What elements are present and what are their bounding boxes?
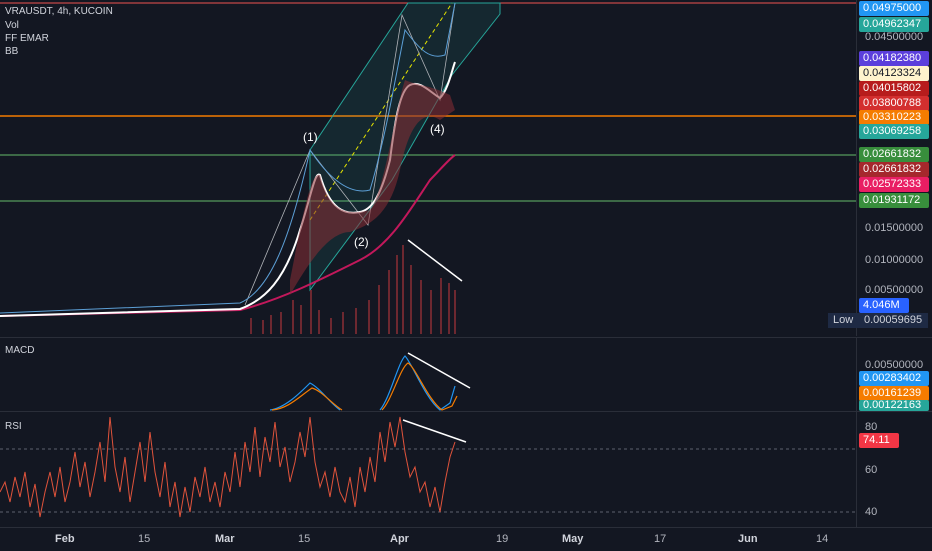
- price-tick: 0.01500000: [865, 222, 924, 234]
- time-label: 15: [298, 533, 311, 545]
- price-tag-text: 0.02572333: [863, 178, 922, 190]
- rsi-svg: [0, 416, 856, 518]
- ema-legend[interactable]: FF EMAR: [5, 32, 49, 45]
- price-tag-text: 0.01931172: [863, 194, 921, 206]
- price-tag-text: 0.02661832: [863, 148, 922, 160]
- vol-legend[interactable]: Vol: [5, 19, 19, 32]
- rsi-pane[interactable]: RSI: [0, 411, 856, 528]
- price-tag-text: 0.04975000: [863, 2, 922, 14]
- price-tag-dark-red: 0.02661832: [859, 162, 929, 177]
- price-tag-red-1: 0.04015802: [859, 81, 929, 96]
- wave-label-1: (1): [303, 130, 318, 144]
- volume-tag-text: 4.046M: [863, 299, 900, 311]
- bb-legend[interactable]: BB: [5, 45, 18, 58]
- rsi-line: [0, 416, 456, 518]
- price-tag-pink: 0.02572333: [859, 177, 929, 192]
- time-axis[interactable]: Feb 15 Mar 15 Apr 19 May 17 Jun 14: [0, 527, 932, 551]
- price-tag-ema: 0.04123324: [859, 66, 929, 81]
- price-tick: 0.04500000: [865, 31, 924, 43]
- signal-line: [271, 362, 458, 411]
- price-tag-green-level-2: 0.01931172: [859, 193, 929, 208]
- macd-tag-text: 0.00283402: [863, 372, 922, 384]
- macd-tag-text: 0.00161239: [863, 387, 922, 399]
- divergence-line-rsi: [402, 419, 467, 443]
- price-tag-orange-level: 0.03310223: [859, 110, 929, 125]
- symbol-legend[interactable]: VRAUSDT, 4h, KUCOIN: [5, 5, 113, 18]
- price-chart-pane[interactable]: VRAUSDT, 4h, KUCOIN Vol FF EMAR BB (1) (…: [0, 0, 856, 336]
- rsi-value-tag: 74.11: [859, 433, 899, 448]
- price-tag-red-2: 0.03800788: [859, 96, 929, 111]
- price-tick: 0.00500000: [865, 284, 924, 296]
- volume-tag: 4.046M: [859, 298, 909, 313]
- price-chart-svg: [0, 2, 856, 334]
- rsi-value-text: 74.11: [863, 434, 890, 446]
- price-tag-text: 0.04962347: [863, 18, 922, 30]
- macd-tag-macd: 0.00283402: [859, 371, 929, 386]
- price-axis[interactable]: 0.04975000 0.04962347 0.04500000 0.04182…: [856, 0, 932, 336]
- macd-axis[interactable]: 0.00500000 0.00283402 0.00161239 0.00122…: [856, 337, 932, 411]
- price-tag-text: 0.03069258: [863, 125, 922, 137]
- time-label: Jun: [738, 533, 758, 545]
- time-label: 14: [816, 533, 829, 545]
- price-tag-green-level-1: 0.02661832: [859, 147, 929, 162]
- price-tag-text: 0.02661832: [863, 163, 922, 175]
- time-label: Feb: [55, 533, 75, 545]
- wave-label-2: (2): [354, 235, 369, 249]
- low-marker: Low 0.00059695: [828, 313, 928, 328]
- time-label: Mar: [215, 533, 235, 545]
- divergence-line-price: [407, 239, 463, 282]
- time-label: May: [562, 533, 584, 545]
- rsi-tick: 40: [865, 506, 878, 518]
- rsi-legend[interactable]: RSI: [5, 420, 22, 433]
- price-tag-teal: 0.03069258: [859, 124, 929, 139]
- rsi-axis[interactable]: 80 74.11 60 40: [856, 411, 932, 528]
- macd-svg: [269, 352, 471, 411]
- time-label: 17: [654, 533, 667, 545]
- price-tag-text: 0.03310223: [863, 111, 922, 123]
- low-label: Low: [833, 314, 854, 326]
- price-tag-text: 0.04182380: [863, 52, 922, 64]
- price-tag-text: 0.03800788: [863, 97, 922, 109]
- rsi-tick: 60: [865, 464, 878, 476]
- time-label: 15: [138, 533, 151, 545]
- macd-tag-histogram: 0.00122163: [859, 400, 929, 411]
- price-tag-text: 0.04123324: [863, 67, 922, 79]
- price-tag-last: 0.04962347: [859, 17, 929, 32]
- macd-pane[interactable]: MACD: [0, 337, 856, 411]
- price-tag-text: 0.04015802: [863, 82, 922, 94]
- divergence-line-macd: [407, 352, 471, 389]
- time-label: 19: [496, 533, 509, 545]
- wave-label-4: (4): [430, 122, 445, 136]
- price-tag-bb-upper: 0.04182380: [859, 51, 929, 66]
- macd-tick: 0.00500000: [865, 359, 924, 371]
- volume-bars: [250, 245, 456, 334]
- low-value: 0.00059695: [861, 313, 923, 328]
- price-tag-high: 0.04975000: [859, 1, 929, 16]
- price-tick: 0.01000000: [865, 254, 924, 266]
- macd-legend[interactable]: MACD: [5, 344, 34, 357]
- macd-tag-text: 0.00122163: [863, 399, 922, 411]
- time-label: Apr: [390, 533, 409, 545]
- rsi-tick: 80: [865, 421, 878, 433]
